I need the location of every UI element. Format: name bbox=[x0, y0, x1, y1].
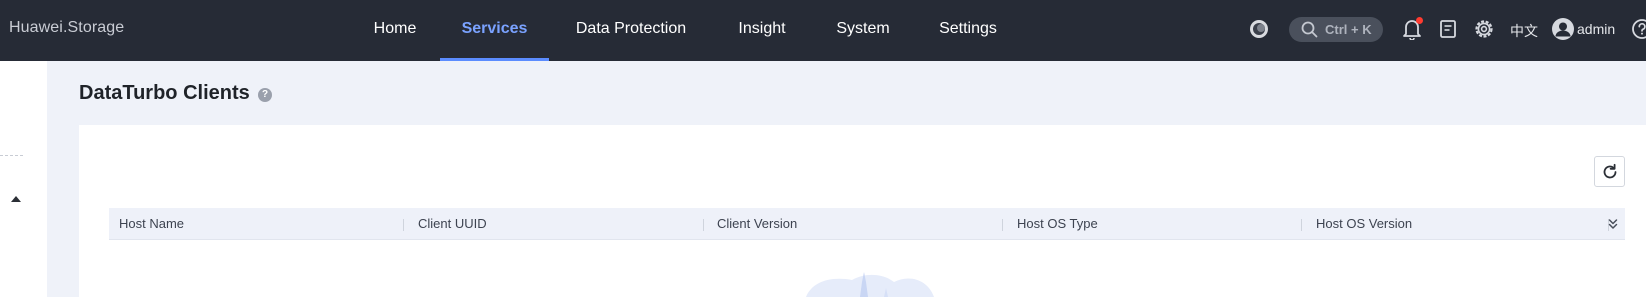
table-header: Host Name Client UUID Client Version Hos… bbox=[109, 208, 1625, 240]
gear-icon[interactable] bbox=[1472, 16, 1496, 42]
nav-tab-label: Home bbox=[373, 20, 417, 37]
column-divider[interactable] bbox=[1301, 219, 1302, 231]
nav-tab-label: Services bbox=[461, 20, 528, 37]
document-icon[interactable] bbox=[1437, 16, 1459, 42]
refresh-icon bbox=[1603, 163, 1616, 178]
column-header-client-version[interactable]: Client Version bbox=[717, 208, 797, 240]
sidebar bbox=[0, 61, 47, 297]
column-divider[interactable] bbox=[1002, 219, 1003, 231]
nav-tab-label: Data Protection bbox=[575, 20, 687, 37]
column-header-client-uuid[interactable]: Client UUID bbox=[418, 208, 487, 240]
chevrons-down-icon bbox=[1608, 219, 1617, 229]
caret-up-icon[interactable] bbox=[10, 194, 22, 204]
nav-tab-system[interactable]: System bbox=[826, 0, 900, 61]
refresh-button[interactable] bbox=[1594, 156, 1625, 187]
brand-logo-text[interactable]: Huawei.Storage bbox=[9, 19, 124, 37]
nav-tab-services[interactable]: Services bbox=[440, 0, 549, 61]
column-divider[interactable] bbox=[403, 219, 404, 231]
theme-icon[interactable] bbox=[1247, 16, 1271, 42]
user-avatar-icon[interactable] bbox=[1550, 16, 1576, 42]
sidebar-divider bbox=[0, 155, 23, 156]
nav-tab-label: Settings bbox=[939, 20, 997, 37]
nav-tab-settings[interactable]: Settings bbox=[928, 0, 1008, 61]
help-circle-icon[interactable]: ? bbox=[258, 88, 272, 102]
page-title: DataTurbo Clients bbox=[79, 82, 250, 104]
nav-tab-insight[interactable]: Insight bbox=[722, 0, 802, 61]
user-name[interactable]: admin bbox=[1577, 21, 1615, 37]
empty-state-illustration bbox=[806, 272, 934, 297]
nav-tab-label: System bbox=[836, 20, 890, 37]
search-icon bbox=[1301, 21, 1318, 38]
column-header-host-name[interactable]: Host Name bbox=[119, 208, 184, 240]
help-icon[interactable] bbox=[1630, 16, 1646, 42]
column-header-host-os-version[interactable]: Host OS Version bbox=[1316, 208, 1412, 240]
column-header-host-os-type[interactable]: Host OS Type bbox=[1017, 208, 1098, 240]
column-settings-button[interactable] bbox=[1600, 208, 1625, 240]
nav-tab-home[interactable]: Home bbox=[350, 0, 440, 61]
global-search-button[interactable]: Ctrl + K bbox=[1289, 17, 1383, 42]
notification-dot bbox=[1416, 17, 1423, 24]
bell-icon bbox=[1402, 17, 1423, 41]
top-navigation-bar: Huawei.Storage Home Services Data Protec… bbox=[0, 0, 1646, 61]
notifications-button[interactable] bbox=[1400, 16, 1424, 42]
active-tab-indicator bbox=[440, 58, 549, 61]
language-switch[interactable]: 中文 bbox=[1510, 21, 1538, 41]
nav-tab-data-protection[interactable]: Data Protection bbox=[566, 0, 696, 61]
search-shortcut-label: Ctrl + K bbox=[1325, 22, 1372, 37]
nav-tab-label: Insight bbox=[738, 20, 786, 37]
column-divider[interactable] bbox=[703, 219, 704, 231]
